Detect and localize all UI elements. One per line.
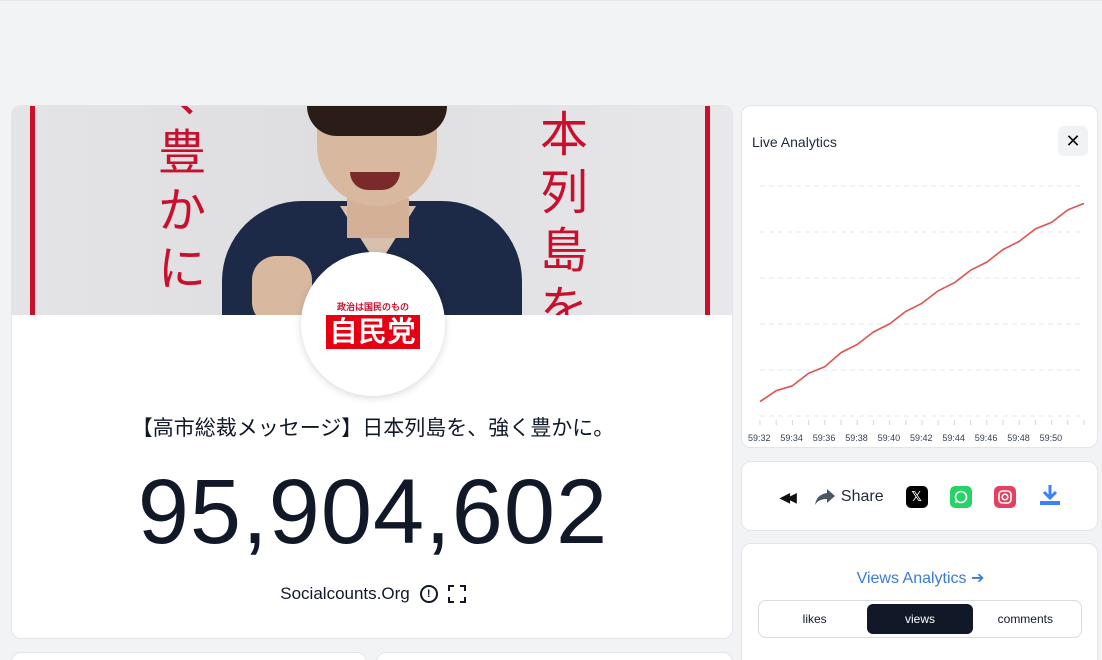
chart-x-tick-label: 59:34 — [780, 433, 803, 443]
share-arrow-icon — [814, 489, 835, 505]
share-card: ◀◀ Share 𝕏 — [741, 461, 1098, 531]
banner-right-kanji: 本列島を — [539, 107, 588, 315]
chart-x-tick-label: 59:46 — [975, 433, 998, 443]
counter-card: く豊かに 本列島を 政治は国民のもの 自民党 【高市総裁メッセージ】日本列島を、… — [11, 105, 733, 639]
chart-x-tick-label: 59:42 — [910, 433, 933, 443]
views-analytics-card: Views Analytics ➔ likes views comments — [741, 543, 1098, 660]
top-border — [0, 0, 1102, 1]
logo-tagline: 政治は国民のもの — [336, 302, 409, 313]
channel-avatar[interactable]: 政治は国民のもの 自民党 — [301, 252, 445, 396]
views-analytics-link[interactable]: Views Analytics ➔ — [742, 568, 1097, 588]
chart-x-tick-label: 59:48 — [1007, 433, 1030, 443]
live-analytics-title: Live Analytics — [752, 134, 837, 150]
rewind-icon[interactable]: ◀◀ — [779, 489, 796, 506]
chart-x-tick-label: 59:50 — [1040, 433, 1063, 443]
tab-comments[interactable]: comments — [973, 604, 1078, 634]
close-icon[interactable]: ✕ — [1058, 126, 1088, 156]
banner-left-kanji: く豊かに — [157, 106, 206, 297]
chart-x-tick-label: 59:44 — [942, 433, 965, 443]
banner-left-stripe — [30, 106, 35, 315]
banner-right-stripe — [705, 106, 710, 315]
chart-x-tick-label: 59:38 — [845, 433, 868, 443]
x-icon[interactable]: 𝕏 — [905, 486, 928, 508]
chart-x-tick-label: 59:36 — [813, 433, 836, 443]
info-icon[interactable]: ! — [419, 585, 438, 603]
instagram-icon[interactable] — [993, 486, 1016, 508]
share-label: Share — [840, 488, 884, 505]
chart-x-tick-label: 59:32 — [748, 433, 771, 443]
tab-likes[interactable]: likes — [762, 604, 867, 634]
source-row: Socialcounts.Org ! — [12, 584, 732, 604]
live-analytics-card: Live Analytics ✕ 59:32 59:34 59:36 59:38 59:… — [741, 105, 1098, 448]
bottom-left-card — [11, 652, 367, 660]
arrow-right-icon: ➔ — [971, 570, 985, 587]
metric-tabs: likes views comments — [758, 600, 1082, 638]
fullscreen-icon[interactable] — [447, 585, 466, 603]
tab-views[interactable]: views — [867, 604, 973, 634]
share-button[interactable]: Share — [814, 488, 884, 506]
live-analytics-chart: 59:32 59:34 59:36 59:38 59:40 59:42 59:44 59:46… — [748, 185, 1085, 443]
video-title: 【高市総裁メッセージ】日本列島を、強く豊かに。 — [131, 416, 615, 440]
source-link[interactable]: Socialcounts.Org — [280, 584, 409, 604]
logo-name: 自民党 — [326, 314, 420, 349]
views-analytics-label: Views Analytics — [856, 570, 967, 587]
chart-series-line — [759, 202, 1085, 403]
chart-x-tick-label: 59:40 — [878, 433, 901, 443]
whatsapp-icon[interactable] — [949, 486, 972, 508]
download-icon[interactable] — [1038, 483, 1062, 512]
view-counter: 95,904,602 — [137, 461, 609, 563]
bottom-mid-card — [376, 652, 733, 660]
